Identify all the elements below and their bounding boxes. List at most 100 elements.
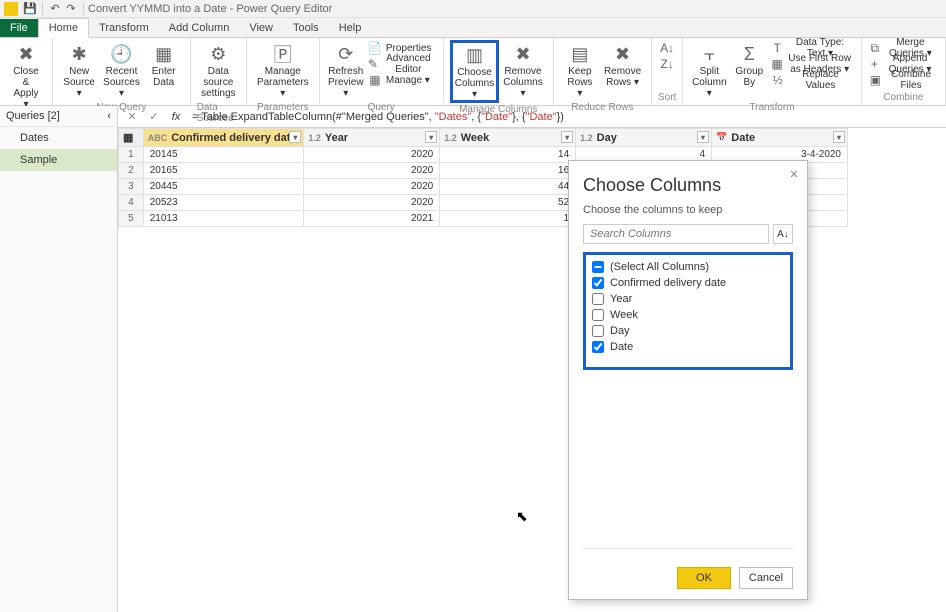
- queries-pane: Queries [2]‹ Dates Sample: [0, 106, 118, 612]
- save-icon[interactable]: 💾: [22, 2, 38, 16]
- type-icon: ABC: [148, 133, 168, 143]
- ok-button[interactable]: OK: [677, 567, 731, 589]
- column-checkbox-item[interactable]: Date: [588, 339, 788, 355]
- column-filter-icon[interactable]: ▾: [697, 131, 709, 143]
- group-combine: Combine: [883, 91, 923, 105]
- fx-icon[interactable]: fx: [168, 109, 184, 125]
- column-filter-icon[interactable]: ▾: [833, 131, 845, 143]
- window-title: Convert YYMMD into a Date - Power Query …: [88, 3, 332, 15]
- type-icon: 1.2: [580, 133, 593, 143]
- query-item-sample[interactable]: Sample: [0, 149, 117, 171]
- cell[interactable]: 20145: [143, 147, 304, 163]
- cell[interactable]: 16: [440, 163, 576, 179]
- redo-icon[interactable]: ↷: [63, 2, 79, 16]
- col-header-confirmed-delivery-date[interactable]: ABCConfirmed delivery date▾: [143, 129, 304, 147]
- dialog-subtitle: Choose the columns to keep: [569, 200, 807, 224]
- row-number[interactable]: 5: [119, 211, 144, 227]
- cell[interactable]: 20445: [143, 179, 304, 195]
- tab-file[interactable]: File: [0, 19, 38, 37]
- close-apply-button[interactable]: ✖Close & Apply ▾: [6, 40, 46, 112]
- group-by-button[interactable]: ΣGroup By: [729, 40, 769, 101]
- column-checkbox-item[interactable]: Year: [588, 291, 788, 307]
- cell[interactable]: 2020: [304, 179, 440, 195]
- manage-parameters-button[interactable]: 🄿Manage Parameters ▾: [253, 40, 313, 101]
- type-icon: 1.2: [308, 133, 321, 143]
- split-column-button[interactable]: ⫟Split Column ▾: [689, 40, 729, 101]
- cell[interactable]: 2021: [304, 211, 440, 227]
- checkbox-label: Day: [610, 325, 630, 337]
- checkbox[interactable]: [592, 261, 604, 273]
- undo-icon[interactable]: ↶: [47, 2, 63, 16]
- manage-button[interactable]: ▦Manage ▾: [366, 72, 437, 88]
- column-checkbox-item[interactable]: Confirmed delivery date: [588, 275, 788, 291]
- tab-add-column[interactable]: Add Column: [159, 19, 240, 37]
- col-header-date[interactable]: 📅Date▾: [712, 129, 848, 147]
- new-source-button[interactable]: ✱New Source ▾: [59, 40, 99, 101]
- cell[interactable]: 20165: [143, 163, 304, 179]
- col-header-day[interactable]: 1.2Day▾: [576, 129, 712, 147]
- column-checkbox-item[interactable]: (Select All Columns): [588, 259, 788, 275]
- remove-rows-button[interactable]: ✖Remove Rows ▾: [600, 40, 645, 101]
- cancel-formula-icon[interactable]: ✕: [124, 109, 140, 125]
- combine-files-button[interactable]: ▣Combine Files: [868, 72, 939, 88]
- row-number[interactable]: 1: [119, 147, 144, 163]
- sort-desc-button[interactable]: Z↓: [658, 56, 676, 72]
- search-columns-input[interactable]: [583, 224, 769, 244]
- cell[interactable]: 2020: [304, 163, 440, 179]
- formula-input[interactable]: = Table.ExpandTableColumn(#"Merged Queri…: [190, 108, 940, 125]
- close-dialog-icon[interactable]: ✕: [787, 167, 801, 181]
- replace-values-button[interactable]: ½Replace Values: [769, 72, 854, 88]
- cell[interactable]: 2020: [304, 195, 440, 211]
- remove-columns-button[interactable]: ✖Remove Columns ▾: [499, 40, 546, 103]
- commit-formula-icon[interactable]: ✓: [146, 109, 162, 125]
- checkbox-label: Week: [610, 309, 638, 321]
- cell[interactable]: 21013: [143, 211, 304, 227]
- col-header-week[interactable]: 1.2Week▾: [440, 129, 576, 147]
- checkbox[interactable]: [592, 277, 604, 289]
- sort-asc-button[interactable]: A↓: [658, 40, 676, 56]
- column-filter-icon[interactable]: ▾: [425, 131, 437, 143]
- column-checkbox-item[interactable]: Week: [588, 307, 788, 323]
- select-all-corner[interactable]: ▦: [119, 129, 144, 147]
- col-header-year[interactable]: 1.2Year▾: [304, 129, 440, 147]
- column-filter-icon[interactable]: ▾: [289, 131, 301, 143]
- recent-sources-button[interactable]: 🕘Recent Sources ▾: [99, 40, 143, 101]
- checkbox[interactable]: [592, 293, 604, 305]
- advanced-editor-button[interactable]: ✎Advanced Editor: [366, 56, 437, 72]
- data-grid[interactable]: ▦ ABCConfirmed delivery date▾ 1.2Year▾ 1…: [118, 128, 946, 612]
- tab-home[interactable]: Home: [38, 18, 89, 38]
- cell[interactable]: 44: [440, 179, 576, 195]
- choose-columns-button[interactable]: ▥Choose Columns ▾: [450, 40, 499, 103]
- cancel-button[interactable]: Cancel: [739, 567, 793, 589]
- refresh-preview-button[interactable]: ⟳Refresh Preview ▾: [326, 40, 366, 101]
- checkbox[interactable]: [592, 309, 604, 321]
- tab-transform[interactable]: Transform: [89, 19, 159, 37]
- row-number[interactable]: 4: [119, 195, 144, 211]
- cell[interactable]: 52: [440, 195, 576, 211]
- title-bar: 💾 ↶ ↷ Convert YYMMD into a Date - Power …: [0, 0, 946, 18]
- tab-tools[interactable]: Tools: [283, 19, 329, 37]
- collapse-queries-icon[interactable]: ‹: [107, 110, 111, 122]
- checkbox-label: Date: [610, 341, 633, 353]
- data-source-settings-button[interactable]: ⚙Data source settings: [197, 40, 240, 101]
- column-checkbox-item[interactable]: Day: [588, 323, 788, 339]
- cell[interactable]: 2020: [304, 147, 440, 163]
- column-checkbox-list: (Select All Columns)Confirmed delivery d…: [583, 252, 793, 370]
- cell[interactable]: 14: [440, 147, 576, 163]
- checkbox[interactable]: [592, 341, 604, 353]
- tab-view[interactable]: View: [239, 19, 283, 37]
- tab-help[interactable]: Help: [329, 19, 372, 37]
- column-filter-icon[interactable]: ▾: [561, 131, 573, 143]
- row-number[interactable]: 2: [119, 163, 144, 179]
- enter-data-button[interactable]: ▦Enter Data: [144, 40, 184, 101]
- cell[interactable]: 20523: [143, 195, 304, 211]
- row-number[interactable]: 3: [119, 179, 144, 195]
- app-icon: [4, 2, 18, 16]
- checkbox-label: Year: [610, 293, 632, 305]
- cell[interactable]: 1: [440, 211, 576, 227]
- formula-bar: ✕ ✓ fx = Table.ExpandTableColumn(#"Merge…: [118, 106, 946, 128]
- sort-columns-icon[interactable]: A↓: [773, 224, 793, 244]
- query-item-dates[interactable]: Dates: [0, 127, 117, 149]
- keep-rows-button[interactable]: ▤Keep Rows ▾: [560, 40, 600, 101]
- checkbox[interactable]: [592, 325, 604, 337]
